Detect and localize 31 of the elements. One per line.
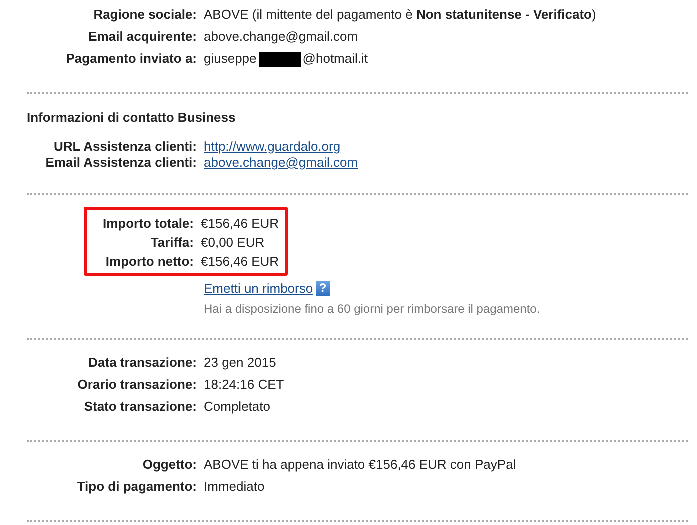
field-value: @hotmail.it (302, 50, 368, 68)
field-value: 18:24:16 CET (204, 376, 284, 394)
field-label: Orario transazione: (76, 376, 198, 394)
redaction-bar (258, 52, 301, 66)
field-value: giuseppe (204, 50, 257, 68)
field-label: Tariffa: (150, 234, 195, 252)
field-label: Pagamento inviato a: (65, 50, 198, 68)
field-value: Immediato (204, 478, 265, 496)
field-value: €0,00 EUR (201, 234, 265, 252)
field-value: ABOVE ti ha appena inviato €156,46 EUR con PayPal (204, 456, 516, 474)
refund-link[interactable]: Emetti un rimborso (204, 280, 314, 296)
field-label: Data transazione: (88, 354, 198, 372)
field-value: 23 gen 2015 (204, 354, 276, 372)
field-label: Email acquirente: (88, 28, 198, 46)
link[interactable]: above.change@gmail.com (204, 155, 358, 171)
field-label: Importo netto: (104, 253, 195, 271)
refund-note: Hai a disposizione fino a 60 giorni per rimborsare il pagamento. (204, 302, 542, 316)
field-value: €156,46 EUR (201, 215, 280, 233)
field-label: Email Assistenza clienti: (44, 155, 198, 171)
field-label: Stato transazione: (83, 398, 198, 416)
link[interactable]: http://www.guardalo.org (204, 139, 341, 155)
field-label: Ragione sociale: (92, 6, 198, 24)
section-heading: Informazioni di contatto Business (27, 110, 237, 125)
field-label: Tipo di pagamento: (76, 478, 198, 496)
field-label: Oggetto: (142, 456, 198, 474)
field-label: URL Assistenza clienti: (52, 139, 198, 155)
field-value: above.change@gmail.com (204, 28, 358, 46)
field-value: ABOVE (il mittente del pagamento è Non statunitense - Verificato) (204, 6, 596, 24)
field-label: Importo totale: (102, 215, 195, 233)
field-value: Completato (204, 398, 270, 416)
field-value: €156,46 EUR (201, 253, 280, 271)
